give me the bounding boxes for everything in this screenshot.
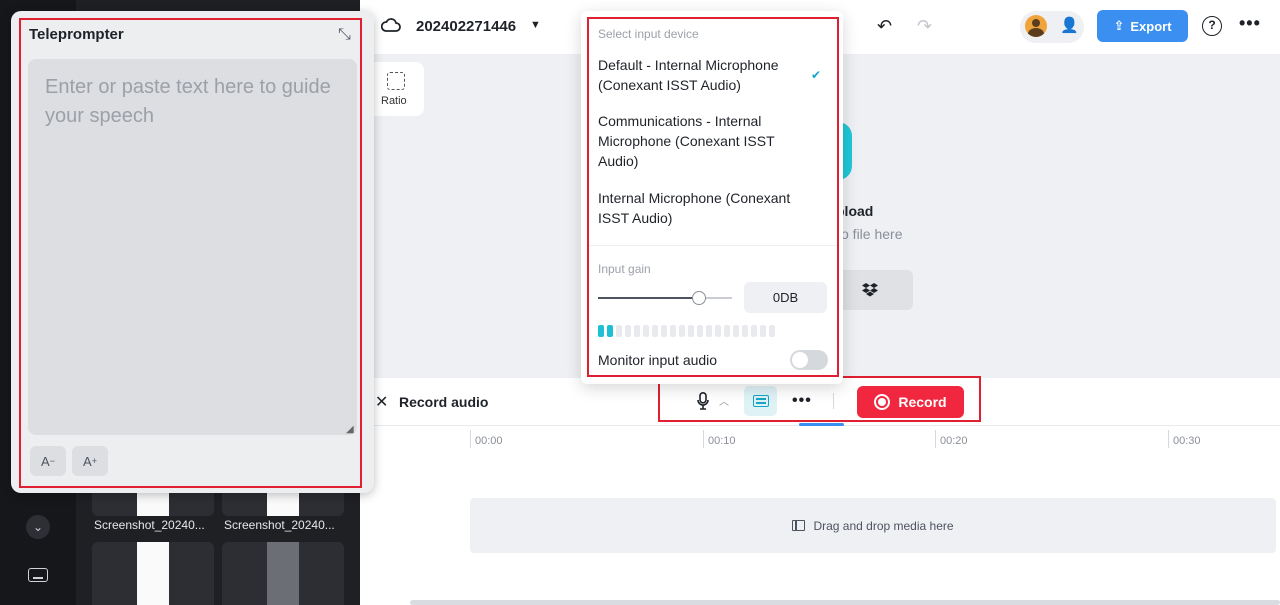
- meter-segment: [697, 325, 703, 337]
- meter-segment: [598, 325, 604, 337]
- export-label: Export: [1130, 18, 1172, 34]
- timeline-tick-label: 00:20: [940, 435, 968, 447]
- timeline-tick: [935, 430, 936, 448]
- gain-slider-fill: [598, 297, 699, 299]
- meter-segment: [643, 325, 649, 337]
- meter-segment: [625, 325, 631, 337]
- meter-segment: [616, 325, 622, 337]
- project-title[interactable]: 202402271446: [416, 18, 516, 35]
- meter-segment: [652, 325, 658, 337]
- divider: [587, 245, 839, 246]
- timeline-tick-label: 00:30: [1173, 435, 1201, 447]
- timeline-tick-label: 00:00: [475, 435, 503, 447]
- monitor-toggle[interactable]: [790, 350, 828, 370]
- ratio-icon: [387, 72, 405, 90]
- meter-segment: [751, 325, 757, 337]
- media-item-label: Screenshot_20240...: [224, 518, 335, 532]
- device-option[interactable]: Default - Internal Microphone (Conexant …: [598, 55, 808, 95]
- meter-segment: [634, 325, 640, 337]
- meter-segment: [760, 325, 766, 337]
- teleprompter-title: Teleprompter: [29, 26, 124, 43]
- meter-segment: [733, 325, 739, 337]
- horizontal-scrollbar[interactable]: [410, 600, 1280, 605]
- audio-level-meter: [598, 325, 775, 337]
- meter-segment: [670, 325, 676, 337]
- meter-segment: [742, 325, 748, 337]
- help-icon[interactable]: ?: [1202, 16, 1222, 36]
- check-icon: ✔: [811, 68, 822, 82]
- keyboard-icon[interactable]: [28, 568, 48, 582]
- playhead[interactable]: [799, 423, 844, 426]
- teleprompter-text-input[interactable]: [28, 59, 357, 435]
- device-option[interactable]: Communications - Internal Microphone (Co…: [598, 111, 808, 171]
- font-increase-button[interactable]: A +: [72, 446, 108, 476]
- timeline-tick: [1168, 430, 1169, 448]
- collapse-icon[interactable]: ⤡: [338, 26, 351, 44]
- add-user-icon[interactable]: 👤: [1060, 16, 1079, 34]
- ratio-label: Ratio: [381, 95, 407, 107]
- gain-slider-handle[interactable]: [691, 291, 706, 305]
- resize-handle-icon[interactable]: ◢: [346, 424, 354, 435]
- timeline-tick: [470, 430, 471, 448]
- export-button[interactable]: ⇪ Export: [1097, 10, 1188, 42]
- menu-heading: Select input device: [598, 27, 699, 41]
- more-icon[interactable]: •••: [1239, 13, 1261, 34]
- monitor-label: Monitor input audio: [598, 352, 718, 368]
- meter-segment: [661, 325, 667, 337]
- media-thumbnail[interactable]: [92, 542, 214, 605]
- media-item-label: Screenshot_20240...: [94, 518, 205, 532]
- meter-segment: [679, 325, 685, 337]
- meter-segment: [724, 325, 730, 337]
- dropbox-icon: [861, 283, 878, 297]
- cloud-icon[interactable]: [381, 17, 401, 33]
- meter-segment: [706, 325, 712, 337]
- media-thumbnail[interactable]: [222, 542, 344, 605]
- drop-zone-label: Drag and drop media here: [813, 518, 954, 533]
- meter-segment: [607, 325, 613, 337]
- meter-segment: [688, 325, 694, 337]
- timeline-tick: [703, 430, 704, 448]
- device-option[interactable]: Internal Microphone (Conexant ISST Audio…: [598, 188, 808, 228]
- media-drop-zone[interactable]: Drag and drop media here: [470, 498, 1276, 553]
- record-audio-title: Record audio: [399, 394, 489, 410]
- gain-heading: Input gain: [598, 262, 651, 276]
- chevron-down-icon[interactable]: ⌄: [26, 515, 50, 539]
- meter-segment: [769, 325, 775, 337]
- timeline-tick-label: 00:10: [708, 435, 736, 447]
- meter-segment: [715, 325, 721, 337]
- font-decrease-label: A: [41, 453, 50, 469]
- font-decrease-button[interactable]: A −: [30, 446, 66, 476]
- gain-value-input[interactable]: 0DB: [744, 282, 827, 313]
- upload-icon: ⇪: [1113, 18, 1125, 33]
- upload-subtitle: o file here: [841, 226, 903, 242]
- undo-icon[interactable]: ↶: [877, 16, 892, 37]
- film-icon: [792, 520, 806, 531]
- close-icon[interactable]: ✕: [375, 392, 388, 412]
- redo-icon[interactable]: ↷: [917, 16, 932, 37]
- chevron-down-icon[interactable]: ▼: [530, 19, 541, 31]
- font-increase-label: A: [83, 453, 92, 469]
- avatar[interactable]: [1025, 15, 1047, 37]
